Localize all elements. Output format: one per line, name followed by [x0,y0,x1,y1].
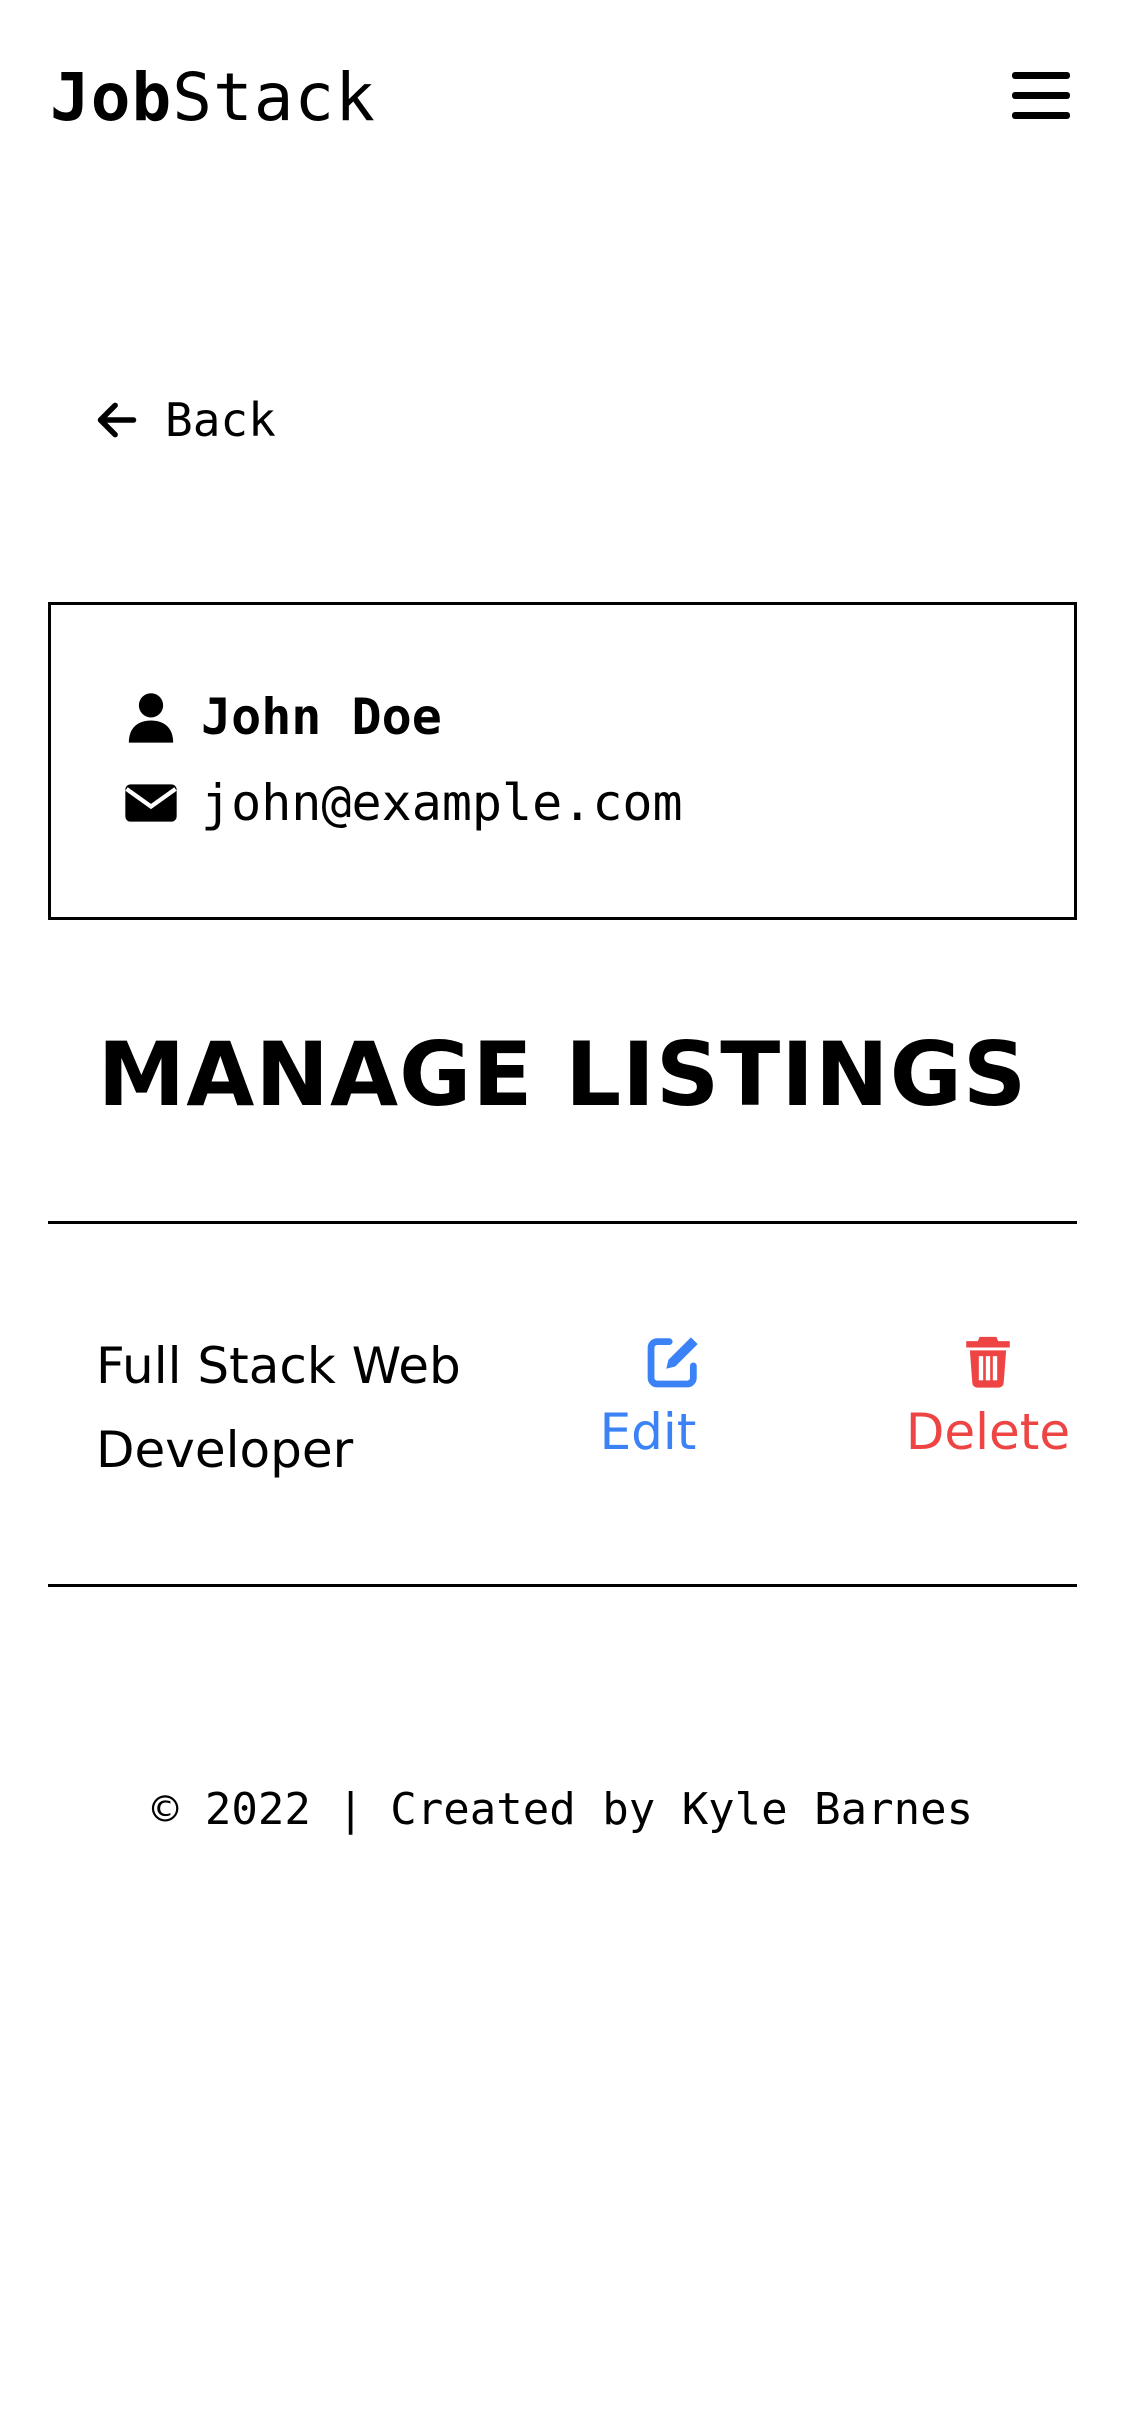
logo-regular-text: Stack [172,59,376,136]
listing-title: Full Stack Web Developer [96,1337,461,1479]
trash-icon [966,1336,1010,1388]
arrow-left-icon [97,402,137,438]
envelope-icon [125,784,177,822]
back-label: Back [165,393,276,447]
page-title: MANAGE LISTINGS [97,1023,1028,1126]
profile-email-row: john@example.com [123,773,683,833]
edit-icon [647,1337,698,1388]
hamburger-menu-icon[interactable] [1012,70,1070,120]
user-icon [128,693,174,743]
profile-name: John Doe [201,688,442,746]
delete-label: Delete [905,1403,1071,1461]
listing-row: Full Stack Web Developer Edit Delete [48,1224,1077,1584]
edit-listing-button[interactable]: Edit [548,1332,748,1474]
profile-name-row: John Doe [123,687,442,747]
delete-listing-button[interactable]: Delete [848,1332,1125,1474]
profile-email: john@example.com [201,774,683,832]
back-link[interactable]: Back [95,390,276,450]
footer-text: © 2022 | Created by Kyle Barnes [151,1784,974,1835]
logo-bold-text: Job [50,59,173,136]
logo[interactable]: JobStack [50,58,376,138]
header: JobStack [0,0,1125,200]
edit-label: Edit [599,1403,697,1461]
profile-card: John Doe john@example.com [48,602,1077,920]
divider [48,1584,1077,1587]
